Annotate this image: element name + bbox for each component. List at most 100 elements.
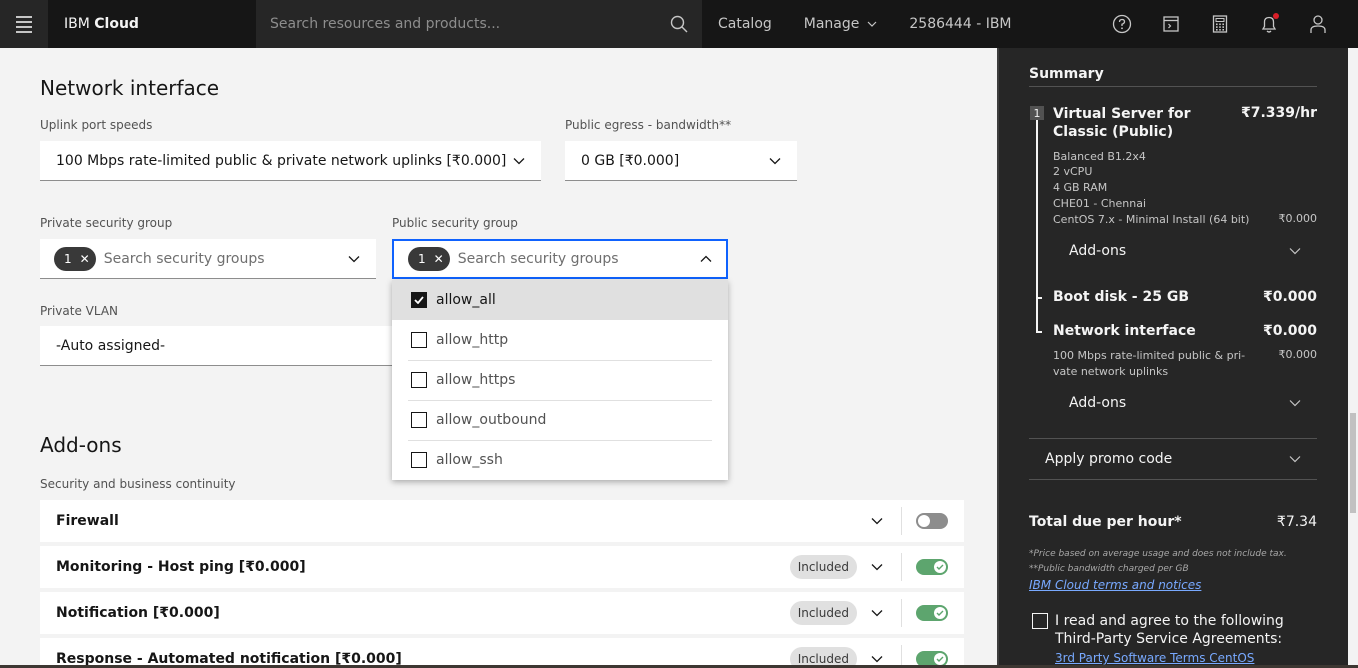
total-label: Total due per hour* xyxy=(1029,514,1182,530)
private-security-group-combobox[interactable]: 1 ✕ Search security groups xyxy=(40,239,376,279)
network-interface-label: Network interface xyxy=(1053,323,1196,339)
search-icon[interactable] xyxy=(670,15,688,33)
chevron-up-icon xyxy=(700,255,712,262)
included-badge: Included xyxy=(789,601,857,625)
total-value: ₹7.34 xyxy=(1276,514,1317,530)
checkbox-icon[interactable] xyxy=(411,372,427,388)
tree-connector xyxy=(1036,120,1038,332)
item-title: Virtual Server for Classic (Public) xyxy=(1053,106,1191,140)
clear-selection-icon[interactable]: ✕ xyxy=(80,252,90,266)
account-switcher[interactable]: 2586444 - IBM xyxy=(893,16,1011,32)
expand-button[interactable] xyxy=(865,609,889,617)
clear-selection-icon[interactable]: ✕ xyxy=(434,252,444,266)
addons-accordion-2[interactable]: Add-ons xyxy=(1069,395,1301,411)
notification-badge xyxy=(1273,13,1279,19)
help-button[interactable] xyxy=(1097,0,1146,48)
option-allow-http[interactable]: allow_http xyxy=(392,320,728,360)
item-price: ₹7.339/hr xyxy=(1240,105,1317,121)
public-egress-select[interactable]: 0 GB [₹0.000] xyxy=(565,141,797,181)
option-allow-https[interactable]: allow_https xyxy=(392,360,728,400)
chevron-down-icon xyxy=(1289,456,1301,463)
chevron-down-icon xyxy=(867,21,877,27)
addon-name: Monitoring - Host ping [₹0.000] xyxy=(56,559,306,575)
public-egress-value: 0 GB [₹0.000] xyxy=(581,152,680,169)
promo-label: Apply promo code xyxy=(1045,451,1173,467)
expand-button[interactable] xyxy=(865,563,889,571)
checkbox-icon[interactable] xyxy=(411,452,427,468)
option-label: allow_outbound xyxy=(436,412,547,428)
private-vlan-select[interactable]: -Auto assigned- xyxy=(40,326,440,366)
toggle-knob-check-icon xyxy=(934,607,946,619)
divider xyxy=(901,507,902,535)
nav-manage[interactable]: Manage xyxy=(788,0,894,48)
chevron-down-icon xyxy=(348,255,360,262)
cloud-shell-button[interactable] xyxy=(1146,0,1195,48)
checkbox-checked-icon[interactable] xyxy=(411,292,427,308)
option-allow-ssh[interactable]: allow_ssh xyxy=(392,440,728,480)
header-icons xyxy=(1097,0,1342,48)
tag-count: 1 xyxy=(64,251,72,266)
cloud-shell-icon xyxy=(1162,16,1179,32)
addons-heading: Add-ons xyxy=(40,433,122,457)
item-number: 1 xyxy=(1030,106,1044,120)
expand-button[interactable] xyxy=(865,655,889,663)
ibm-cloud-terms-link[interactable]: IBM Cloud terms and notices xyxy=(1029,578,1201,592)
hamburger-icon xyxy=(16,14,32,34)
option-label: allow_https xyxy=(436,372,516,388)
third-party-terms-link[interactable]: 3rd Party Software Terms CentOS xyxy=(1055,651,1254,665)
option-label: allow_all xyxy=(436,292,496,308)
apply-promo-code-accordion[interactable]: Apply promo code xyxy=(1045,451,1301,467)
network-detail-price: ₹0.000 xyxy=(1278,348,1318,361)
summary-heading: Summary xyxy=(1029,66,1104,82)
cost-estimator-button[interactable] xyxy=(1195,0,1244,48)
firewall-toggle[interactable] xyxy=(916,513,948,529)
brand-bold: Cloud xyxy=(94,16,139,32)
menu-button[interactable] xyxy=(0,0,48,48)
monitoring-toggle[interactable] xyxy=(916,559,948,575)
bandwidth-footnote: **Public bandwidth charged per GB xyxy=(1029,564,1189,574)
profile-button[interactable] xyxy=(1293,0,1342,48)
public-security-group-menu: allow_all allow_http allow_https allow_o… xyxy=(392,280,728,480)
uplink-port-speeds-select[interactable]: 100 Mbps rate-limited public & private n… xyxy=(40,141,541,181)
addons-label: Add-ons xyxy=(1069,243,1127,259)
expand-button[interactable] xyxy=(865,517,889,525)
toggle-knob xyxy=(918,515,930,527)
option-allow-all[interactable]: allow_all xyxy=(392,280,728,320)
brand-logo[interactable]: IBM Cloud xyxy=(48,16,256,32)
public-sg-search-input[interactable]: Search security groups xyxy=(458,251,619,267)
nav-catalog[interactable]: Catalog xyxy=(702,0,788,48)
detail-2: 4 GB RAM xyxy=(1053,181,1108,194)
agree-checkbox[interactable] xyxy=(1032,613,1048,629)
divider xyxy=(901,553,902,581)
toggle-knob-check-icon xyxy=(934,561,946,573)
scrollbar-thumb[interactable] xyxy=(1350,413,1356,513)
page-scrollbar[interactable] xyxy=(1348,48,1358,668)
chevron-down-icon xyxy=(1289,400,1301,407)
order-summary-panel: Summary 1 Virtual Server for Classic (Pu… xyxy=(997,48,1348,668)
uplink-port-speeds-value: 100 Mbps rate-limited public & private n… xyxy=(56,152,507,169)
public-security-group-combobox[interactable]: 1 ✕ Search security groups xyxy=(392,239,728,279)
private-sg-search-input[interactable]: Search security groups xyxy=(104,251,265,267)
option-allow-outbound[interactable]: allow_outbound xyxy=(392,400,728,440)
checkbox-icon[interactable] xyxy=(411,412,427,428)
addon-name: Notification [₹0.000] xyxy=(56,605,220,621)
checkbox-icon[interactable] xyxy=(411,332,427,348)
toggle-knob-check-icon xyxy=(934,653,946,665)
detail-1: 2 vCPU xyxy=(1053,165,1093,178)
notification-toggle[interactable] xyxy=(916,605,948,621)
notifications-button[interactable] xyxy=(1244,0,1293,48)
selected-count-tag: 1 ✕ xyxy=(408,247,450,271)
search-input[interactable] xyxy=(270,16,650,32)
addon-row-firewall: Firewall xyxy=(40,500,964,542)
addons-accordion-1[interactable]: Add-ons xyxy=(1069,243,1301,259)
configuration-panel: Network interface Uplink port speeds 100… xyxy=(0,48,997,668)
nav-manage-label: Manage xyxy=(803,16,860,32)
nav-links: Catalog Manage 2586444 - IBM xyxy=(702,0,1012,48)
private-vlan-value: -Auto assigned- xyxy=(56,337,166,354)
tree-connector xyxy=(1036,297,1042,299)
divider xyxy=(1029,86,1317,87)
chevron-down-icon xyxy=(1289,248,1301,255)
network-interface-heading: Network interface xyxy=(40,76,220,100)
tree-connector xyxy=(1036,331,1042,333)
brand-regular: IBM xyxy=(64,16,90,32)
